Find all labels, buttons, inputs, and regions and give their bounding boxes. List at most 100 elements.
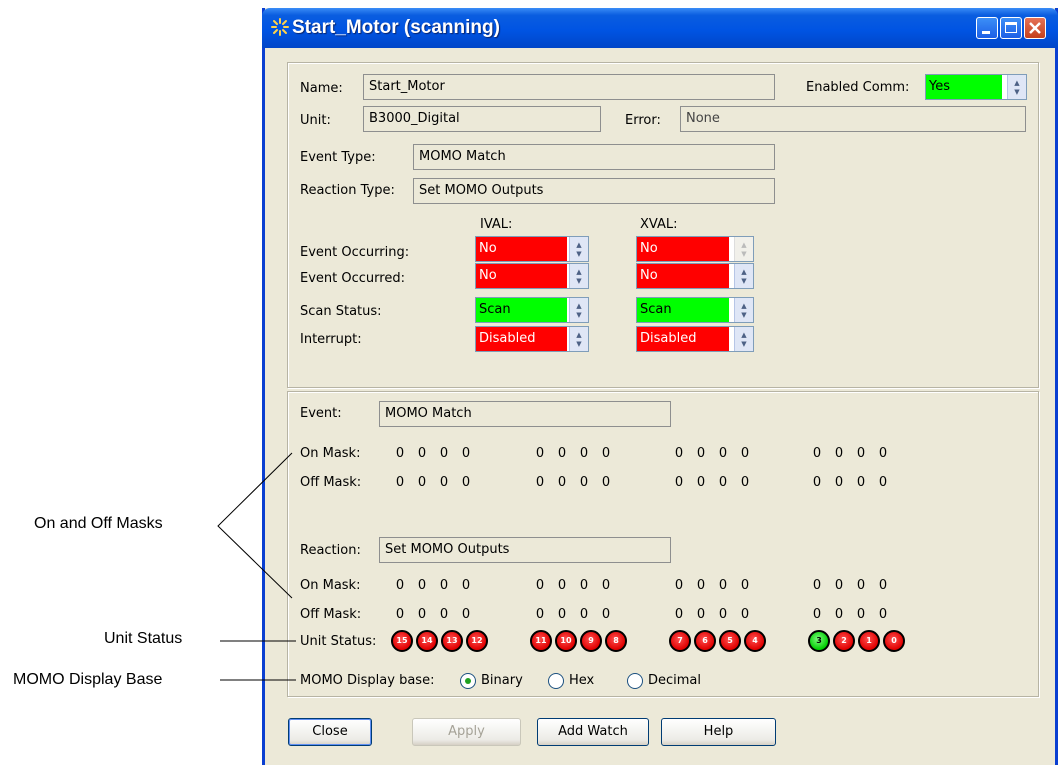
name-field: Start_Motor xyxy=(363,74,775,100)
mask-bit: 0 xyxy=(812,446,822,461)
spin-buttons[interactable]: ▲ ▼ xyxy=(734,264,753,288)
mask-bit: 0 xyxy=(601,607,611,622)
mask-bit: 0 xyxy=(878,475,888,490)
spin-buttons[interactable]: ▲ ▼ xyxy=(734,327,753,351)
event-occurring-ival-spinner[interactable]: No ▲ ▼ xyxy=(475,236,589,262)
radio-binary-label[interactable]: Binary xyxy=(481,672,523,689)
close-button[interactable]: Close xyxy=(288,718,372,746)
led-bit-9: 9 xyxy=(580,630,602,652)
mask-bit: 0 xyxy=(696,475,706,490)
mask-bit: 0 xyxy=(740,446,750,461)
window-title: Start_Motor (scanning) xyxy=(292,17,500,38)
error-field: None xyxy=(680,106,1026,132)
minimize-icon xyxy=(982,31,990,34)
minimize-button[interactable] xyxy=(976,17,998,39)
led-bit-1: 1 xyxy=(858,630,880,652)
event-label: Event: xyxy=(300,406,342,421)
maximize-icon xyxy=(1005,22,1017,33)
mask-bit: 0 xyxy=(557,578,567,593)
mask-bit: 0 xyxy=(461,578,471,593)
mask-bit: 0 xyxy=(740,578,750,593)
mask-bit: 0 xyxy=(856,578,866,593)
apply-button[interactable]: Apply xyxy=(412,718,521,746)
mask-bit: 0 xyxy=(557,446,567,461)
event-occurred-label: Event Occurred: xyxy=(300,271,405,286)
mask-bit: 0 xyxy=(718,607,728,622)
interrupt-xval-spinner[interactable]: Disabled ▲ ▼ xyxy=(636,326,754,352)
led-bit-14: 14 xyxy=(416,630,438,652)
led-bit-8: 8 xyxy=(605,630,627,652)
mask-bit: 0 xyxy=(878,607,888,622)
mask-bit: 0 xyxy=(740,475,750,490)
event-occurred-xval-spinner[interactable]: No ▲ ▼ xyxy=(636,263,754,289)
led-bit-11: 11 xyxy=(530,630,552,652)
event-occurred-xval: No xyxy=(637,264,729,288)
spin-buttons[interactable]: ▲ ▼ xyxy=(569,237,588,261)
mask-bit: 0 xyxy=(856,607,866,622)
mask-bit: 0 xyxy=(834,607,844,622)
spin-buttons[interactable]: ▲ ▼ xyxy=(569,298,588,322)
mask-bit: 0 xyxy=(601,446,611,461)
scan-status-ival-spinner[interactable]: Scan ▲ ▼ xyxy=(475,297,589,323)
event-occurred-ival-spinner[interactable]: No ▲ ▼ xyxy=(475,263,589,289)
unit-status-label: Unit Status: xyxy=(300,634,377,649)
mask-bit: 0 xyxy=(535,446,545,461)
help-button[interactable]: Help xyxy=(661,718,776,746)
led-bit-2: 2 xyxy=(833,630,855,652)
mask-bit: 0 xyxy=(557,607,567,622)
led-bit-3: 3 xyxy=(808,630,830,652)
mask-bit: 0 xyxy=(856,475,866,490)
ival-header: IVAL: xyxy=(480,217,513,232)
mask-bit: 0 xyxy=(718,578,728,593)
scan-status-xval: Scan xyxy=(637,298,729,322)
close-window-button[interactable] xyxy=(1024,17,1046,39)
led-bit-10: 10 xyxy=(555,630,577,652)
spin-buttons[interactable]: ▲ ▼ xyxy=(734,298,753,322)
reaction-on-mask-label: On Mask: xyxy=(300,578,361,593)
mask-bit: 0 xyxy=(601,578,611,593)
unit-label: Unit: xyxy=(300,113,331,128)
mask-bit: 0 xyxy=(601,475,611,490)
mask-bit: 0 xyxy=(417,446,427,461)
mask-bit: 0 xyxy=(718,446,728,461)
radio-decimal-label[interactable]: Decimal xyxy=(648,672,701,689)
mask-bit: 0 xyxy=(812,578,822,593)
mask-bit: 0 xyxy=(439,578,449,593)
mask-bit: 0 xyxy=(834,446,844,461)
event-occurring-xval-spinner[interactable]: No ▲ ▼ xyxy=(636,236,754,262)
event-off-mask-label: Off Mask: xyxy=(300,475,362,490)
event-occurring-ival: No xyxy=(476,237,567,261)
led-bit-12: 12 xyxy=(466,630,488,652)
mask-bit: 0 xyxy=(856,446,866,461)
mask-bit: 0 xyxy=(395,607,405,622)
radio-binary[interactable] xyxy=(460,673,476,689)
mask-bit: 0 xyxy=(696,607,706,622)
mask-bit: 0 xyxy=(395,578,405,593)
error-label: Error: xyxy=(625,113,661,128)
enabled-comm-label: Enabled Comm: xyxy=(806,80,910,95)
close-icon xyxy=(1029,22,1041,34)
spin-buttons[interactable]: ▲ ▼ xyxy=(569,327,588,351)
radio-hex-label[interactable]: Hex xyxy=(569,672,594,689)
led-bit-7: 7 xyxy=(669,630,691,652)
mask-bit: 0 xyxy=(395,475,405,490)
interrupt-label: Interrupt: xyxy=(300,332,362,347)
event-on-mask-label: On Mask: xyxy=(300,446,361,461)
spin-buttons[interactable]: ▲ ▼ xyxy=(569,264,588,288)
mask-bit: 0 xyxy=(557,475,567,490)
mask-bit: 0 xyxy=(417,607,427,622)
enabled-comm-spinner[interactable]: Yes ▲ ▼ xyxy=(925,74,1027,100)
interrupt-ival-spinner[interactable]: Disabled ▲ ▼ xyxy=(475,326,589,352)
radio-decimal[interactable] xyxy=(627,673,643,689)
radio-hex[interactable] xyxy=(548,673,564,689)
enabled-comm-spin-buttons[interactable]: ▲ ▼ xyxy=(1007,75,1026,99)
mask-bit: 0 xyxy=(439,446,449,461)
maximize-button[interactable] xyxy=(1000,17,1022,39)
radio-selected-dot xyxy=(465,678,471,684)
scan-status-xval-spinner[interactable]: Scan ▲ ▼ xyxy=(636,297,754,323)
mask-bit: 0 xyxy=(812,475,822,490)
scanning-icon xyxy=(271,18,289,36)
reaction-field: Set MOMO Outputs xyxy=(379,537,671,563)
event-type-field: MOMO Match xyxy=(413,144,775,170)
add-watch-button[interactable]: Add Watch xyxy=(537,718,649,746)
